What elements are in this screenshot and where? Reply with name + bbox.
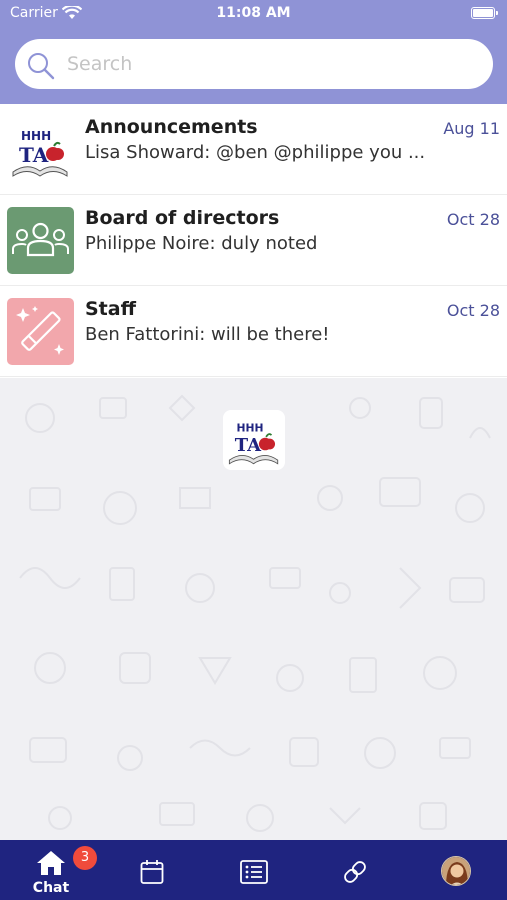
list-icon [240,860,268,884]
unread-badge: 3 [73,846,97,870]
chat-row-staff[interactable]: Staff Ben Fattorini: will be there! Oct … [0,286,507,377]
status-bar: Carrier 11:08 AM [0,0,507,27]
profile-photo-icon [442,857,470,885]
chat-preview: Ben Fattorini: will be there! [85,324,330,345]
status-time: 11:08 AM [216,5,291,21]
hhh-ta-logo: HHH TA [223,410,285,470]
tab-calendar[interactable] [130,840,174,900]
chat-name: Staff [85,298,136,320]
search-icon [28,53,55,80]
chat-date: Oct 28 [446,301,500,320]
chat-row-board-of-directors[interactable]: Board of directors Philippe Noire: duly … [0,195,507,286]
search-header [0,27,507,104]
hhh-ta-logo-icon: HHH TA [7,116,74,183]
tab-chat[interactable]: Chat [20,840,82,900]
magic-wand-icon [16,306,64,355]
svg-text:HHH: HHH [237,421,264,434]
chat-preview: Lisa Showard: @ben @philippe you ... [85,142,426,163]
tab-chat-label: Chat [32,880,70,896]
hhh-ta-logo-avatar: HHH TA [7,116,74,183]
search-input[interactable] [67,39,467,89]
calendar-icon [140,860,164,884]
search-bar[interactable] [15,39,493,89]
chat-preview: Philippe Noire: duly noted [85,233,318,254]
link-icon [344,861,366,883]
magic-wand-avatar [7,298,74,365]
battery-icon [471,7,498,19]
hhh-ta-logo-icon: HHH TA [228,421,279,465]
chat-background: HHH TA [0,378,507,840]
tab-bar: Chat 3 [0,840,507,900]
svg-text:TA: TA [19,143,49,167]
chat-list: HHH TA Announcements Lisa Showard: @ben … [0,104,507,377]
group-avatar [7,207,74,274]
chat-date: Aug 11 [443,119,500,138]
chat-date: Oct 28 [446,210,500,229]
svg-text:TA: TA [235,435,262,456]
group-icon [12,222,69,257]
svg-text:HHH: HHH [21,129,51,143]
chat-row-announcements[interactable]: HHH TA Announcements Lisa Showard: @ben … [0,104,507,195]
chat-name: Board of directors [85,207,280,229]
home-icon [37,851,65,875]
tab-list[interactable] [232,840,276,900]
profile-avatar[interactable] [441,856,471,886]
tab-links[interactable] [333,840,377,900]
chat-name: Announcements [85,116,258,138]
